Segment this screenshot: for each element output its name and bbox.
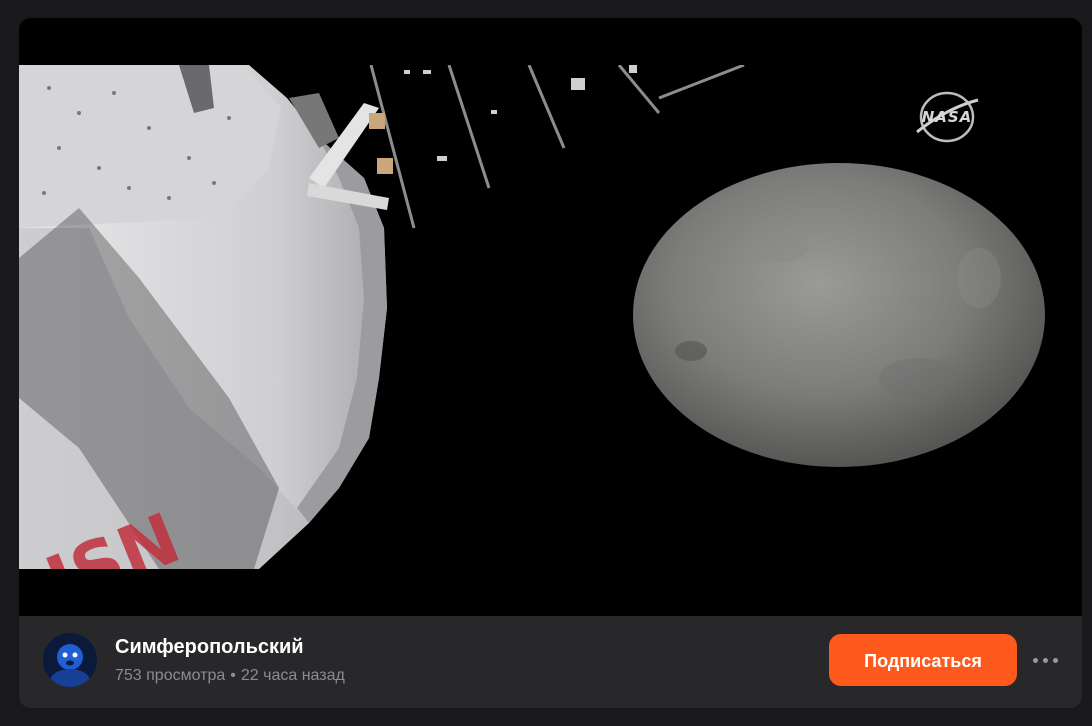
video-player[interactable]: ISN NASA — [19, 18, 1082, 616]
channel-avatar[interactable] — [43, 633, 97, 687]
nasa-logo-icon: NASA — [912, 88, 982, 146]
video-card: ISN NASA Симферопольский 753 просмотра •… — [19, 18, 1082, 708]
video-meta: 753 просмотра • 22 часа назад — [115, 667, 345, 685]
view-count: 753 просмотра — [115, 667, 226, 684]
subscribe-button[interactable]: Подписаться — [829, 634, 1017, 686]
upload-time: 22 часа назад — [240, 667, 345, 684]
meta-separator: • — [230, 667, 236, 684]
solar-array-image — [369, 63, 745, 229]
moon-image — [633, 163, 1045, 467]
spacecraft-image: ISN — [19, 65, 393, 616]
nasa-watermark: NASA — [921, 108, 973, 126]
video-frame: ISN NASA — [19, 18, 1082, 616]
more-options-button[interactable] — [1032, 646, 1060, 674]
video-info-bar: Симферопольский 753 просмотра • 22 часа на… — [19, 616, 1082, 708]
avatar-face-icon — [43, 633, 97, 687]
channel-name[interactable]: Симферопольский — [115, 636, 304, 659]
